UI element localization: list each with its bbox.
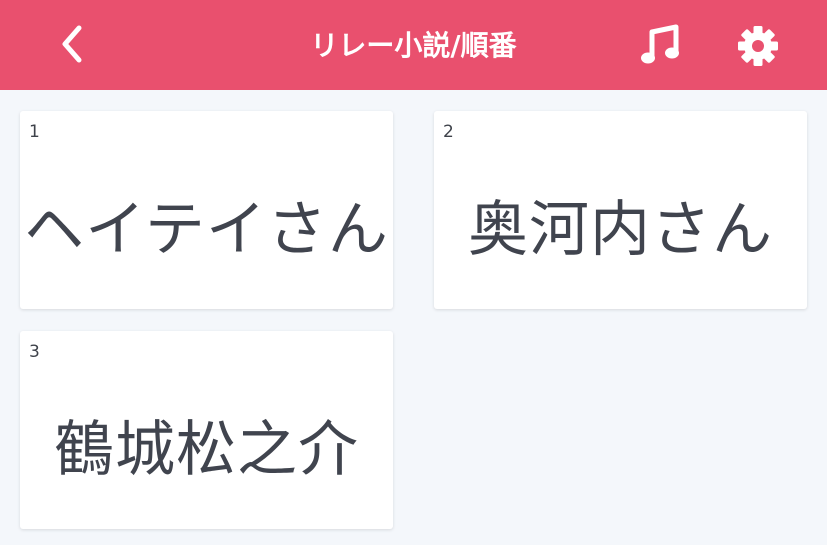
back-button[interactable] — [44, 16, 100, 72]
page-title: リレー小説/順番 — [310, 29, 517, 62]
chevron-left-icon — [62, 25, 82, 63]
card-name: ヘイテイさん — [24, 194, 389, 265]
order-card-2[interactable]: 2 奥河内さん — [434, 111, 807, 309]
gear-icon — [738, 26, 778, 66]
music-button[interactable] — [630, 17, 688, 75]
card-name: 奥河内さん — [468, 194, 773, 265]
settings-button[interactable] — [729, 17, 787, 75]
order-card-3[interactable]: 3 鶴城松之介 — [20, 331, 393, 529]
card-name: 鶴城松之介 — [54, 414, 359, 485]
app-header: リレー小説/順番 — [0, 0, 827, 90]
music-note-icon — [641, 24, 679, 64]
order-card-1[interactable]: 1 ヘイテイさん — [20, 111, 393, 309]
